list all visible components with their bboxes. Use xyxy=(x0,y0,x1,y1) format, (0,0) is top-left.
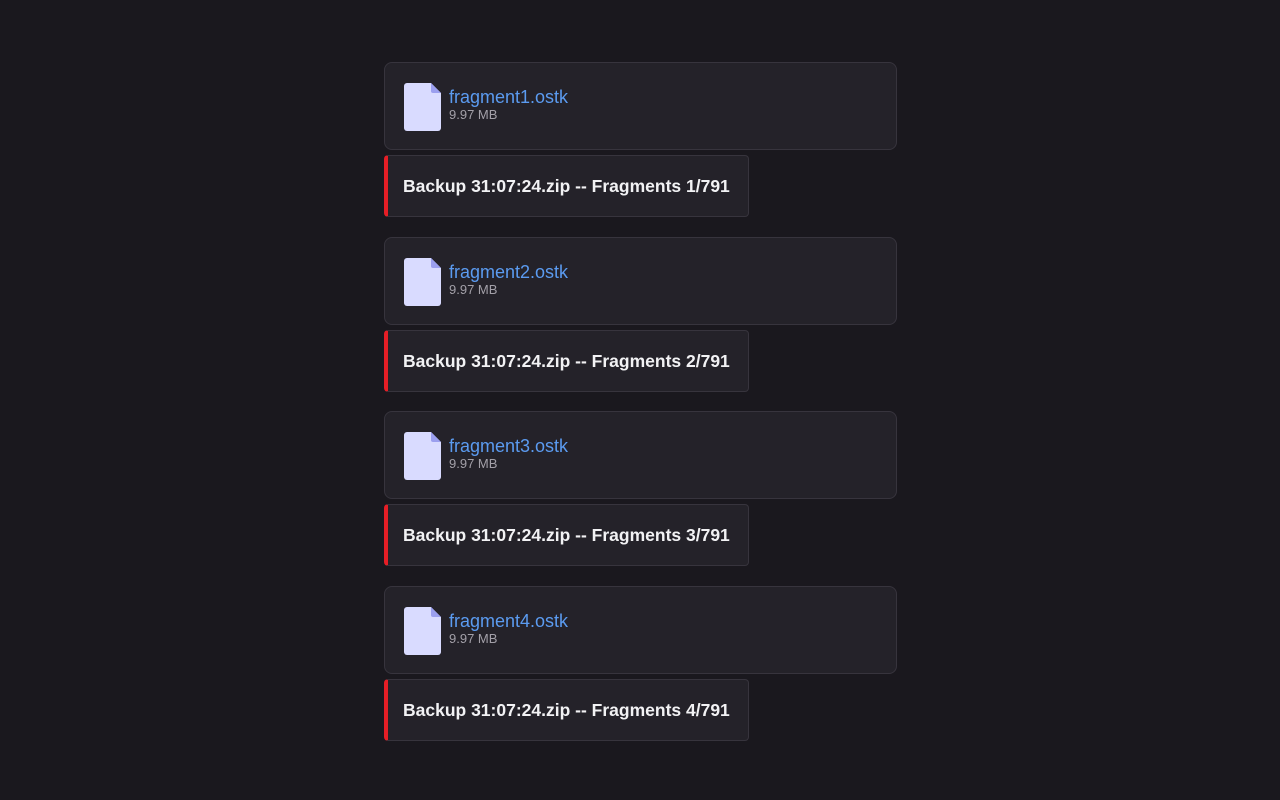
file-icon xyxy=(404,606,441,655)
file-attachment: fragment3.ostk 9.97 MB xyxy=(384,411,897,499)
file-name-link[interactable]: fragment4.ostk xyxy=(449,610,568,632)
file-icon xyxy=(404,432,441,480)
file-size: 9.97 MB xyxy=(449,107,498,122)
embed-card: Backup 31:07:24.zip -- Fragments 3/791 xyxy=(384,504,749,566)
message-group: fragment2.ostk 9.97 MB Backup 31:07:24.z… xyxy=(384,236,898,412)
embed-title: Backup 31:07:24.zip -- Fragments 2/791 xyxy=(403,350,730,371)
embed-card: Backup 31:07:24.zip -- Fragments 4/791 xyxy=(384,678,749,741)
embed-title: Backup 31:07:24.zip -- Fragments 1/791 xyxy=(403,176,730,196)
message-group: fragment4.ostk 9.97 MB Backup 31:07:24.z… xyxy=(384,585,898,761)
embed-card: Backup 31:07:24.zip -- Fragments 1/791 xyxy=(384,155,749,217)
file-meta: fragment1.ostk 9.97 MB xyxy=(449,86,568,123)
file-meta: fragment2.ostk 9.97 MB xyxy=(449,261,568,298)
message-feed: fragment1.ostk 9.97 MB Backup 31:07:24.z… xyxy=(384,62,898,760)
file-name-link[interactable]: fragment3.ostk xyxy=(449,435,568,457)
file-icon xyxy=(404,83,441,131)
file-size: 9.97 MB xyxy=(449,630,498,646)
embed-card: Backup 31:07:24.zip -- Fragments 2/791 xyxy=(384,329,749,392)
file-name-link[interactable]: fragment2.ostk xyxy=(449,261,568,283)
file-size: 9.97 MB xyxy=(449,281,498,297)
file-attachment: fragment4.ostk 9.97 MB xyxy=(384,585,897,674)
message-group: fragment3.ostk 9.97 MB Backup 31:07:24.z… xyxy=(384,411,898,586)
file-icon xyxy=(404,257,441,306)
embed-title: Backup 31:07:24.zip -- Fragments 3/791 xyxy=(403,525,730,545)
file-size: 9.97 MB xyxy=(449,456,498,471)
file-attachment: fragment2.ostk 9.97 MB xyxy=(384,236,897,325)
file-attachment: fragment1.ostk 9.97 MB xyxy=(384,62,897,150)
embed-title: Backup 31:07:24.zip -- Fragments 4/791 xyxy=(403,699,730,720)
file-meta: fragment3.ostk 9.97 MB xyxy=(449,435,568,472)
message-group: fragment1.ostk 9.97 MB Backup 31:07:24.z… xyxy=(384,62,898,237)
file-name-link[interactable]: fragment1.ostk xyxy=(449,86,568,108)
file-meta: fragment4.ostk 9.97 MB xyxy=(449,610,568,647)
